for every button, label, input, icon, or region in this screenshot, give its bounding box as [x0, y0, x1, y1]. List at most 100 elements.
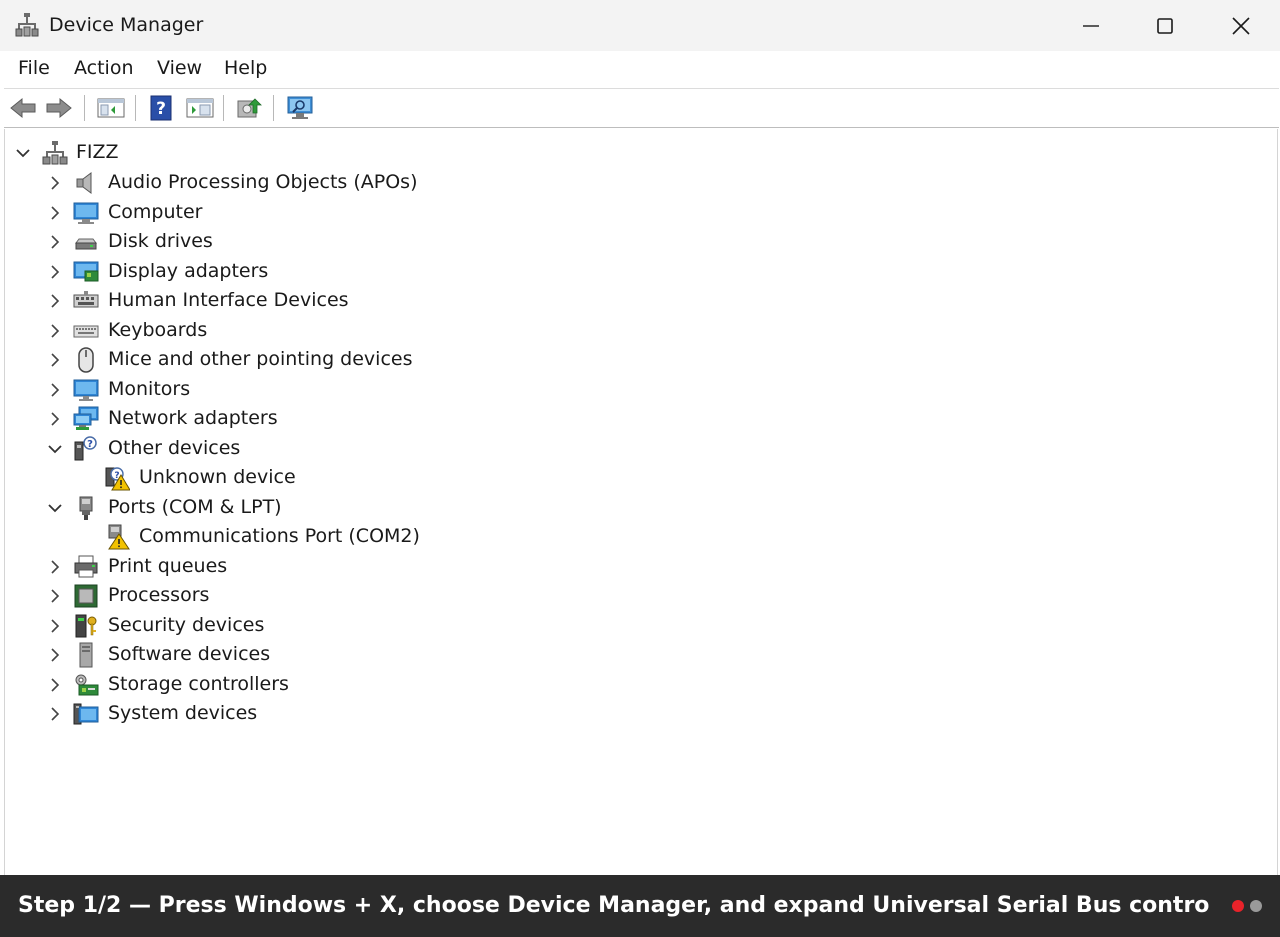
tree-item-processors[interactable]: Processors: [5, 582, 605, 610]
scan-hardware-changes-button[interactable]: [285, 93, 315, 123]
device-manager-app-icon: [15, 12, 39, 38]
tree-item-label: Unknown device: [139, 466, 296, 488]
help-icon: ?: [150, 95, 172, 121]
tree-item-audio-processing-objects[interactable]: Audio Processing Objects (APOs): [5, 169, 605, 197]
chevron-down-icon[interactable]: [15, 145, 31, 161]
device-tree-pane: FIZZ Audio Processing Objects (APOs) Com…: [4, 129, 1278, 875]
tree-item-print-queues[interactable]: Print queues: [5, 553, 605, 581]
tree-item-label: Keyboards: [108, 319, 208, 341]
toolbar-separator: [135, 95, 136, 121]
show-hide-console-tree-icon: [97, 98, 125, 118]
tree-item-other-devices[interactable]: ? Other devices: [5, 435, 605, 463]
show-hide-console-tree-button[interactable]: [96, 93, 126, 123]
tree-item-label: Communications Port (COM2): [139, 525, 420, 547]
help-button[interactable]: ?: [146, 93, 176, 123]
tree-item-label: Software devices: [108, 643, 271, 665]
tree-item-label: Human Interface Devices: [108, 289, 349, 311]
scan-hardware-changes-icon: [287, 96, 313, 119]
back-button[interactable]: [8, 93, 38, 123]
maximize-icon: [1157, 17, 1173, 34]
toolbar-separator: [223, 95, 224, 121]
window-title: Device Manager: [49, 14, 204, 36]
disk-drive-icon: [75, 238, 97, 250]
tree-item-label: Other devices: [108, 437, 241, 459]
hid-icon: [73, 291, 99, 308]
close-icon: [1232, 16, 1250, 35]
computer-tree-root-icon: [42, 141, 68, 165]
tree-item-label: Computer: [108, 201, 203, 223]
tree-root-fizz[interactable]: FIZZ: [5, 139, 605, 167]
tree-item-unknown-device[interactable]: ? Unknown device: [5, 464, 605, 492]
chevron-right-icon[interactable]: [47, 559, 63, 575]
menu-bar: File Action View Help: [4, 51, 1279, 89]
menu-help[interactable]: Help: [222, 57, 269, 79]
tree-item-label: Security devices: [108, 614, 265, 636]
tree-item-label: Audio Processing Objects (APOs): [108, 171, 418, 193]
tree-item-ports[interactable]: Ports (COM & LPT): [5, 494, 605, 522]
chevron-right-icon[interactable]: [47, 205, 63, 221]
tree-item-disk-drives[interactable]: Disk drives: [5, 228, 605, 256]
tree-item-label: System devices: [108, 702, 258, 724]
step-instruction-text: Step 1/2 — Press Windows + X, choose Dev…: [18, 893, 1210, 918]
chevron-right-icon[interactable]: [47, 264, 63, 280]
tree-item-human-interface-devices[interactable]: Human Interface Devices: [5, 287, 605, 315]
chevron-down-icon[interactable]: [47, 500, 63, 516]
title-bar: Device Manager: [0, 0, 1280, 51]
close-button[interactable]: [1203, 0, 1279, 51]
chevron-right-icon[interactable]: [47, 175, 63, 191]
chevron-right-icon[interactable]: [47, 588, 63, 604]
tree-root-label: FIZZ: [76, 141, 119, 163]
update-driver-button[interactable]: [234, 93, 264, 123]
chevron-right-icon[interactable]: [47, 382, 63, 398]
tree-item-network-adapters[interactable]: Network adapters: [5, 405, 605, 433]
chevron-right-icon[interactable]: [47, 293, 63, 309]
step-indicator-active-dot: [1232, 900, 1244, 912]
tree-item-storage-controllers[interactable]: Storage controllers: [5, 671, 605, 699]
tree-item-mice[interactable]: Mice and other pointing devices: [5, 346, 605, 374]
chevron-right-icon[interactable]: [47, 411, 63, 427]
svg-text:?: ?: [156, 99, 166, 119]
menu-file[interactable]: File: [16, 57, 52, 79]
toolbar: ?: [4, 89, 1279, 128]
tree-item-keyboards[interactable]: Keyboards: [5, 317, 605, 345]
storage-controller-icon: [75, 674, 99, 696]
tree-item-security-devices[interactable]: Security devices: [5, 612, 605, 640]
forward-button[interactable]: [44, 93, 74, 123]
properties-button[interactable]: [185, 93, 215, 123]
tree-item-label: Ports (COM & LPT): [108, 496, 282, 518]
tree-item-software-devices[interactable]: Software devices: [5, 641, 605, 669]
menu-view[interactable]: View: [155, 57, 204, 79]
chevron-right-icon[interactable]: [47, 352, 63, 368]
chevron-right-icon[interactable]: [47, 706, 63, 722]
maximize-button[interactable]: [1127, 0, 1203, 51]
tree-item-monitors[interactable]: Monitors: [5, 376, 605, 404]
chevron-right-icon[interactable]: [47, 618, 63, 634]
chevron-down-icon[interactable]: [47, 441, 63, 457]
step-indicator-inactive-dot: [1250, 900, 1262, 912]
printer-icon: [74, 555, 98, 578]
network-adapter-icon: [73, 406, 99, 430]
step-instruction-banner: Step 1/2 — Press Windows + X, choose Dev…: [0, 875, 1280, 937]
tree-item-display-adapters[interactable]: Display adapters: [5, 258, 605, 286]
tree-item-communications-port-com2[interactable]: Communications Port (COM2): [5, 523, 605, 551]
minimize-button[interactable]: [1053, 0, 1129, 51]
keyboard-icon: [73, 325, 99, 338]
chevron-right-icon[interactable]: [47, 234, 63, 250]
chevron-right-icon[interactable]: [47, 677, 63, 693]
port-warning-icon: [108, 524, 130, 550]
chevron-right-icon[interactable]: [47, 323, 63, 339]
chevron-right-icon[interactable]: [47, 647, 63, 663]
tree-item-system-devices[interactable]: System devices: [5, 700, 605, 728]
speaker-icon: [76, 172, 92, 194]
computer-icon: [73, 202, 99, 224]
menu-action[interactable]: Action: [72, 57, 136, 79]
system-devices-icon: [73, 703, 99, 725]
forward-icon: [46, 97, 72, 119]
toolbar-separator: [273, 95, 274, 121]
display-adapter-icon: [73, 261, 99, 282]
software-device-icon: [79, 642, 93, 668]
minimize-icon: [1083, 24, 1099, 27]
security-device-icon: [75, 614, 97, 638]
back-icon: [10, 97, 36, 119]
tree-item-computer[interactable]: Computer: [5, 199, 605, 227]
